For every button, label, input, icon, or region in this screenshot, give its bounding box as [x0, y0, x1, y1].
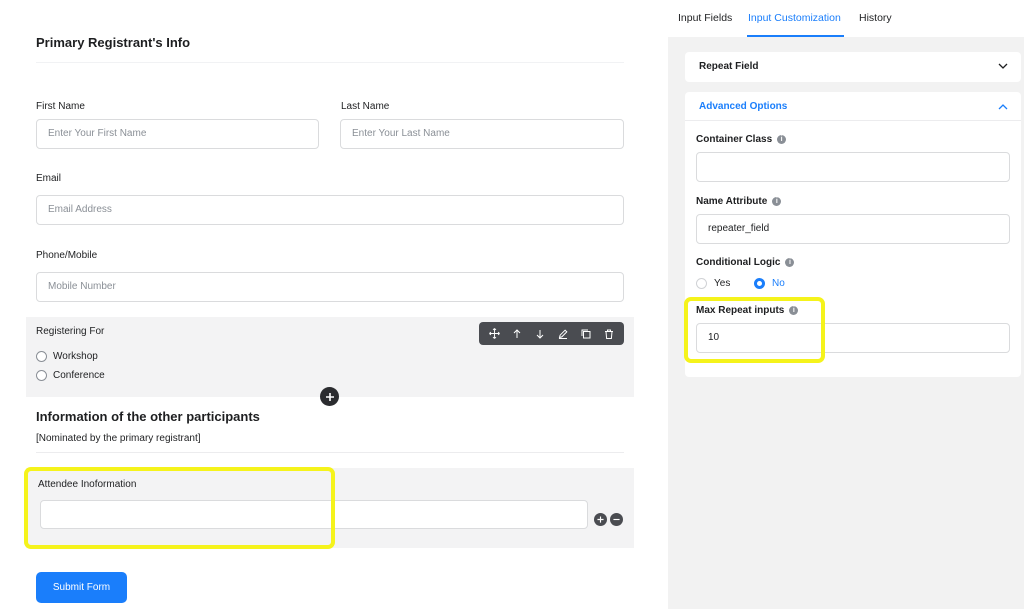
chevron-up-icon[interactable]: [998, 103, 1008, 110]
tab-input-fields[interactable]: Input Fields: [678, 12, 732, 24]
conditional-yes-option[interactable]: Yes: [696, 278, 730, 289]
copy-icon[interactable]: [577, 325, 595, 343]
option-label: No: [772, 278, 785, 289]
conditional-logic-text: Conditional Logic: [696, 257, 781, 268]
last-name-label: Last Name: [341, 101, 390, 112]
info-icon[interactable]: i: [777, 135, 787, 144]
active-tab-indicator: [747, 35, 844, 37]
repeat-field-card[interactable]: Repeat Field: [685, 52, 1021, 82]
radio-circle[interactable]: [36, 370, 47, 381]
plus-circle-icon[interactable]: [594, 513, 607, 526]
panel-tabs: Input Fields Input Customization History: [668, 0, 1024, 37]
advanced-options-heading[interactable]: Advanced Options: [699, 101, 787, 112]
add-field-button[interactable]: [320, 387, 339, 406]
tab-history[interactable]: History: [859, 12, 892, 24]
trash-icon[interactable]: [600, 325, 618, 343]
phone-label: Phone/Mobile: [36, 250, 98, 261]
repeat-field-heading: Repeat Field: [699, 61, 759, 72]
edit-icon[interactable]: [554, 325, 572, 343]
first-name-input[interactable]: Enter Your First Name: [36, 119, 319, 149]
last-name-input[interactable]: Enter Your Last Name: [340, 119, 624, 149]
chevron-down-icon[interactable]: [998, 63, 1008, 70]
option-workshop[interactable]: Workshop: [36, 351, 98, 362]
info-icon[interactable]: i: [785, 258, 795, 267]
section-title: Information of the other participants: [36, 409, 260, 424]
arrow-down-icon[interactable]: [531, 325, 549, 343]
conditional-logic-label: Conditional Logic i: [696, 257, 795, 268]
plus-circle-icon: [325, 392, 334, 401]
move-icon[interactable]: [485, 325, 503, 343]
info-icon[interactable]: i: [772, 197, 782, 206]
name-attribute-input[interactable]: repeater_field: [696, 214, 1010, 244]
radio-circle-selected[interactable]: [754, 278, 765, 289]
attendee-highlight: [24, 467, 335, 549]
container-class-input[interactable]: [696, 152, 1010, 182]
card-divider: [685, 120, 1021, 121]
section-subtitle: [Nominated by the primary registrant]: [36, 433, 201, 444]
max-repeat-highlight: [684, 297, 825, 363]
tab-input-customization[interactable]: Input Customization: [748, 12, 841, 24]
name-attribute-text: Name Attribute: [696, 196, 768, 207]
email-label: Email: [36, 173, 62, 184]
form-canvas: Primary Registrant's Info First Name Ent…: [0, 0, 668, 609]
radio-circle[interactable]: [696, 278, 707, 289]
first-name-label: First Name: [36, 101, 85, 112]
phone-input[interactable]: Mobile Number: [36, 272, 624, 302]
title-divider: [36, 62, 624, 63]
field-toolbar: [479, 322, 624, 345]
option-label: Yes: [714, 278, 731, 289]
form-title: Primary Registrant's Info: [36, 35, 191, 50]
option-label: Conference: [53, 370, 105, 381]
conditional-no-option[interactable]: No: [754, 278, 785, 289]
name-attribute-label: Name Attribute i: [696, 196, 782, 207]
settings-panel: Input Fields Input Customization History…: [668, 0, 1024, 609]
registering-for-label: Registering For: [36, 326, 105, 337]
submit-button[interactable]: Submit Form: [36, 572, 127, 603]
container-class-label: Container Class i: [696, 134, 787, 145]
email-input[interactable]: Email Address: [36, 195, 624, 225]
option-conference[interactable]: Conference: [36, 370, 105, 381]
arrow-up-icon[interactable]: [508, 325, 526, 343]
radio-circle[interactable]: [36, 351, 47, 362]
minus-circle-icon[interactable]: [610, 513, 623, 526]
section-divider: [36, 452, 624, 453]
option-label: Workshop: [53, 351, 98, 362]
container-class-text: Container Class: [696, 134, 773, 145]
